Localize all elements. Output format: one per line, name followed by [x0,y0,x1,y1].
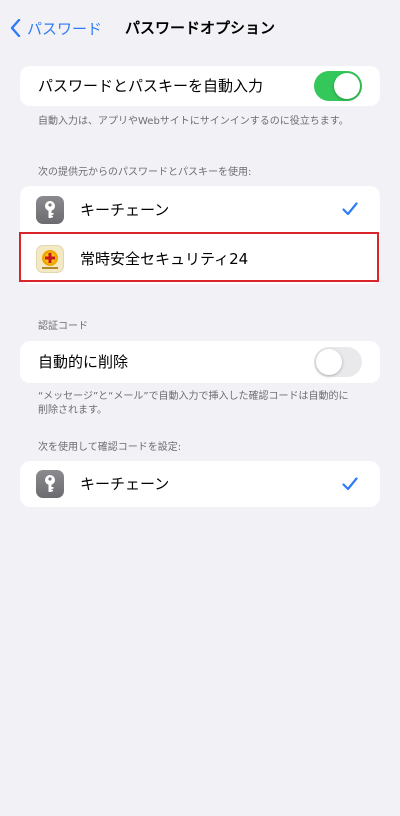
autofill-card: パスワードとパスキーを自動入力 [20,66,380,106]
keychain-icon [36,196,64,224]
code-setup-header: 次を使用して確認コードを設定: [38,442,182,453]
autofill-toggle[interactable] [314,71,362,101]
toggle-knob [316,349,342,375]
codes-note: “メッセージ”と“メール”で自動入力で挿入した確認コードは自動的に削除されます。 [38,391,349,416]
auto-delete-label: 自動的に削除 [38,353,129,371]
navigation-bar: パスワード パスワードオプション [0,0,400,56]
provider-row-keychain[interactable]: キーチェーン [20,186,380,234]
auto-delete-row: 自動的に削除 [20,341,380,383]
autofill-row: パスワードとパスキーを自動入力 [20,66,380,106]
providers-header: 次の提供元からのパスワードとパスキーを使用: [38,167,252,178]
checkmark-icon [342,477,358,491]
checkmark-icon [342,202,358,216]
auto-delete-toggle[interactable] [314,347,362,377]
highlight-box [19,232,379,282]
provider-label: キーチェーン [80,201,170,219]
autofill-note: 自動入力は、アプリやWebサイトにサインインするのに役立ちます。 [38,116,349,127]
page-title: パスワードオプション [124,19,275,37]
code-setup-label: キーチェーン [80,475,170,493]
code-setup-card: キーチェーン [20,461,380,507]
toggle-knob [334,73,360,99]
codes-card: 自動的に削除 [20,341,380,383]
keychain-icon [36,470,64,498]
code-setup-row-keychain[interactable]: キーチェーン [20,461,380,507]
autofill-label: パスワードとパスキーを自動入力 [38,77,264,95]
codes-header: 認証コード [38,321,88,332]
